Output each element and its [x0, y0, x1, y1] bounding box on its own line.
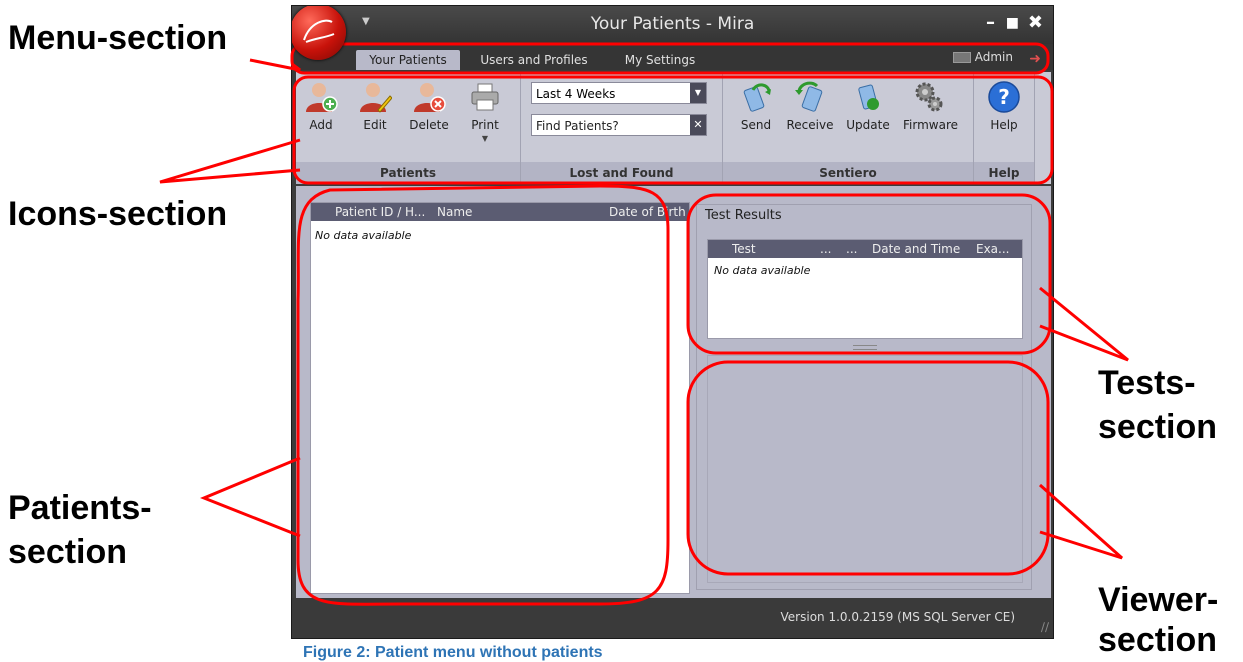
user-delete-icon — [412, 80, 446, 114]
firmware-button[interactable]: Firmware — [903, 78, 958, 148]
receive-button[interactable]: Receive — [785, 78, 835, 148]
viewer-pane — [707, 355, 1023, 583]
ribbon-group-title-sentiero: Sentiero — [723, 162, 973, 184]
close-button[interactable]: ✖ — [1028, 12, 1043, 33]
logout-icon[interactable]: ➜ — [1029, 51, 1041, 67]
tab-users-and-profiles[interactable]: Users and Profiles — [476, 50, 592, 70]
tests-section-label-line1: Tests- — [1098, 364, 1196, 402]
user-card-icon — [952, 52, 971, 63]
svg-text:?: ? — [998, 85, 1010, 109]
icons-section-pointer — [159, 138, 301, 184]
chevron-down-icon[interactable]: ▼ — [690, 83, 706, 103]
title-bar: ▼ Your Patients - Mira – ■ ✖ — [292, 6, 1053, 60]
send-label: Send — [740, 118, 772, 132]
add-patient-button[interactable]: Add — [296, 78, 346, 148]
tests-empty-message: No data available — [714, 264, 811, 277]
test-results-panel: Test Results Test ... ... Date and Time … — [696, 204, 1032, 590]
print-button[interactable]: Print ▼ — [460, 78, 510, 148]
menu-section-label: Menu-section — [8, 19, 228, 57]
delete-label: Delete — [409, 118, 449, 132]
send-button[interactable]: Send — [731, 78, 781, 148]
user-add-icon — [304, 80, 338, 114]
delete-patient-button[interactable]: Delete — [404, 78, 454, 148]
ribbon: Add Edit Delete Print ▼ Patients Last 4 … — [296, 72, 1051, 184]
viewer-section-label-line2: section — [1098, 621, 1218, 659]
patients-grid-header: Patient ID / H... Name Date of Birth — [311, 203, 689, 221]
test-results-grid[interactable]: Test ... ... Date and Time Exa... No dat… — [707, 239, 1023, 339]
patients-grid[interactable]: Patient ID / H... Name Date of Birth No … — [310, 202, 690, 594]
edit-patient-button[interactable]: Edit — [350, 78, 400, 148]
update-button[interactable]: Update — [843, 78, 893, 148]
period-value: Last 4 Weeks — [536, 87, 616, 101]
ribbon-group-title-lost-and-found: Lost and Found — [521, 162, 722, 184]
send-icon — [739, 80, 773, 114]
resize-grip-icon[interactable]: ∕∕ — [1041, 620, 1049, 634]
window-title: Your Patients - Mira — [590, 14, 755, 34]
print-dropdown-icon[interactable]: ▼ — [460, 134, 510, 143]
patients-section-label-line2: section — [8, 533, 128, 571]
figure-caption: Figure 2: Patient menu without patients — [303, 644, 603, 661]
icons-section-label: Icons-section — [8, 195, 228, 233]
column-patient-id[interactable]: Patient ID / H... — [335, 203, 435, 221]
column-date-and-time[interactable]: Date and Time — [872, 240, 968, 258]
column-date-of-birth[interactable]: Date of Birth — [609, 203, 689, 221]
add-label: Add — [309, 118, 333, 132]
period-select[interactable]: Last 4 Weeks ▼ — [531, 82, 707, 104]
tests-section-label-line2: section — [1098, 408, 1218, 446]
update-label: Update — [846, 118, 890, 132]
help-button[interactable]: ? Help — [979, 78, 1029, 148]
ribbon-group-title-help: Help — [974, 162, 1034, 184]
firmware-label: Firmware — [903, 118, 958, 132]
test-results-grid-header: Test ... ... Date and Time Exa... — [708, 240, 1022, 258]
ribbon-group-help: ? Help Help — [974, 72, 1035, 184]
main-area: Patient ID / H... Name Date of Birth No … — [296, 186, 1051, 598]
tab-my-settings[interactable]: My Settings — [612, 50, 708, 70]
ribbon-group-sentiero: Send Receive Update Firmware Sentiero — [723, 72, 974, 184]
ribbon-group-patients: Add Edit Delete Print ▼ Patients — [296, 72, 521, 184]
help-label: Help — [990, 118, 1018, 132]
column-test[interactable]: Test — [732, 240, 812, 258]
update-icon — [851, 80, 885, 114]
receive-label: Receive — [786, 118, 834, 132]
patients-empty-message: No data available — [315, 229, 412, 242]
help-icon: ? — [987, 80, 1021, 114]
ribbon-group-title-patients: Patients — [296, 162, 520, 184]
find-patients-value: Find Patients? — [536, 119, 619, 133]
gears-icon — [911, 80, 945, 114]
column-unnamed-2[interactable]: ... — [846, 240, 866, 258]
user-name: Admin — [974, 50, 1013, 64]
receive-icon — [793, 80, 827, 114]
version-text: Version 1.0.0.2159 (MS SQL Server CE) — [780, 610, 1015, 624]
test-results-title: Test Results — [705, 208, 782, 223]
column-exam[interactable]: Exa... — [976, 240, 1020, 258]
column-name[interactable]: Name — [437, 203, 557, 221]
patients-section-label-line1: Patients- — [8, 489, 152, 527]
menu-tabs: Your Patients Users and Profiles My Sett… — [292, 44, 1053, 70]
viewer-section-label-line1: Viewer- — [1098, 581, 1219, 619]
printer-icon — [468, 80, 502, 114]
user-edit-icon — [358, 80, 393, 114]
find-patients-input[interactable]: Find Patients? ✕ — [531, 114, 707, 136]
tab-your-patients[interactable]: Your Patients — [356, 50, 460, 70]
clear-search-icon[interactable]: ✕ — [690, 115, 706, 135]
app-logo-icon[interactable] — [292, 6, 346, 60]
edit-label: Edit — [363, 118, 387, 132]
minimize-button[interactable]: – — [986, 12, 995, 33]
column-unnamed-1[interactable]: ... — [820, 240, 840, 258]
maximize-button[interactable]: ■ — [1006, 15, 1019, 31]
status-bar: Version 1.0.0.2159 (MS SQL Server CE) ∕∕ — [292, 598, 1053, 638]
app-window: ▼ Your Patients - Mira – ■ ✖ Your Patien… — [291, 5, 1054, 639]
ribbon-group-lost-and-found: Last 4 Weeks ▼ Find Patients? ✕ Lost and… — [521, 72, 723, 184]
print-label: Print — [471, 118, 499, 132]
patients-section-pointer — [200, 456, 301, 538]
user-indicator[interactable]: Admin — [952, 50, 1013, 64]
splitter-handle[interactable] — [853, 345, 877, 350]
